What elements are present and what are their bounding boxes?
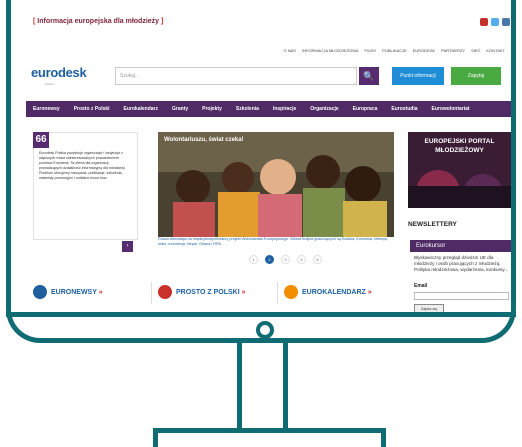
portal-text[interactable]: EUROPEJSKI PORTAL MŁODZIEŻOWY (413, 137, 506, 155)
monitor-chin (6, 312, 516, 317)
quote-box (33, 132, 138, 240)
zapytaj-button[interactable]: Zapytaj (451, 67, 501, 85)
nav-item[interactable]: Inspiracje (266, 106, 303, 112)
newsletter-heading: NEWSLETTERY (408, 221, 457, 228)
pin-icon (158, 285, 172, 299)
slider-dot[interactable]: 4 (297, 255, 306, 264)
stand-neck-left (237, 343, 242, 433)
slider-dot-active[interactable]: 2 (265, 255, 274, 264)
punkt-informacji-button[interactable]: Punkt informacji (392, 67, 444, 85)
slider-dot[interactable]: 3 (281, 255, 290, 264)
email-field[interactable] (414, 292, 509, 300)
search-input[interactable]: Szukaj... (115, 67, 357, 85)
toplink[interactable]: INFORMACJA MŁODZIEŻOWA (302, 48, 359, 53)
slider-dot[interactable]: 1 (249, 255, 258, 264)
nav-item[interactable]: Eurowolontariat (425, 106, 477, 112)
slider-dot[interactable]: 5 (313, 255, 322, 264)
quote-icon: 66 (33, 132, 49, 148)
section-label: EURONEWSY » (51, 288, 103, 296)
nav-item[interactable]: Eurostudia (384, 106, 424, 112)
nav-item[interactable]: Eurokalendarz (117, 106, 165, 112)
next-arrow-icon[interactable]: › (122, 241, 133, 252)
main-nav: Euronewsy Prosto z Polski Eurokalendarz … (26, 101, 511, 117)
section-prosto-z-polski[interactable]: PROSTO Z POLSKI » (158, 283, 246, 301)
slider-pagination: 1 2 3 4 5 (249, 255, 322, 264)
hero-slider-image[interactable] (158, 132, 394, 237)
quote-text: Eurodesk Polska pozyskuje organizacje i … (39, 151, 126, 180)
email-label: Email (414, 283, 428, 289)
signup-button[interactable]: Zapisz się (414, 304, 444, 312)
section-label: EUROKALENDARZ » (302, 288, 372, 296)
nav-item[interactable]: Europraca (346, 106, 385, 112)
power-button-icon (256, 321, 274, 339)
section-divider (277, 282, 278, 304)
eurokursor-heading: Eurokursor (410, 240, 511, 252)
nav-item[interactable]: Granty (165, 106, 195, 112)
eurokursor-text: Błyskawiczny przegląd dziedzin UE dla mł… (414, 255, 509, 272)
toplink[interactable]: EURODESK (413, 48, 435, 53)
nav-item[interactable]: Euronewsy (26, 106, 67, 112)
section-euronewsy[interactable]: EURONEWSY » (33, 283, 103, 301)
logo-sub: polska (45, 82, 54, 86)
search-button[interactable]: 🔍 (359, 67, 379, 85)
toplink[interactable]: PARTNERZY (441, 48, 465, 53)
nav-item[interactable]: Prosto z Polski (67, 106, 117, 112)
toplink[interactable]: O NAS (284, 48, 296, 53)
globe-icon (33, 285, 47, 299)
nav-item[interactable]: Organizacje (303, 106, 345, 112)
twitter-icon[interactable] (491, 18, 499, 26)
vk-icon[interactable] (502, 18, 510, 26)
top-label: [ Informacja europejska dla młodzieży ] (33, 18, 164, 25)
section-label: PROSTO Z POLSKI » (176, 288, 246, 296)
nav-item[interactable]: Projekty (195, 106, 229, 112)
slider-title[interactable]: Wolontariuszu, świat czeka! (164, 137, 244, 143)
section-eurokalendarz[interactable]: EUROKALENDARZ » (284, 283, 372, 301)
search-icon: 🔍 (363, 71, 375, 81)
nav-item[interactable]: Szkolenia (229, 106, 266, 112)
slider-caption[interactable]: Rusza rekrutacja na międzykontynentalny … (158, 237, 394, 247)
stand-neck-right (283, 343, 288, 433)
stand-foot (153, 428, 386, 447)
toplink[interactable]: PUBLIKACJE (382, 48, 406, 53)
section-divider (151, 282, 152, 304)
toplink[interactable]: SIEĆ (471, 48, 480, 53)
eurodesk-logo[interactable]: eurodesk (31, 65, 87, 80)
top-links: O NAS INFORMACJA MŁODZIEŻOWA FILMY PUBLI… (284, 48, 505, 53)
toplink[interactable]: FILMY (365, 48, 377, 53)
calendar-icon (284, 285, 298, 299)
youtube-icon[interactable] (480, 18, 488, 26)
screen: [ Informacja europejska dla młodzieży ] … (11, 6, 511, 312)
toplink[interactable]: KONTAKT (486, 48, 505, 53)
